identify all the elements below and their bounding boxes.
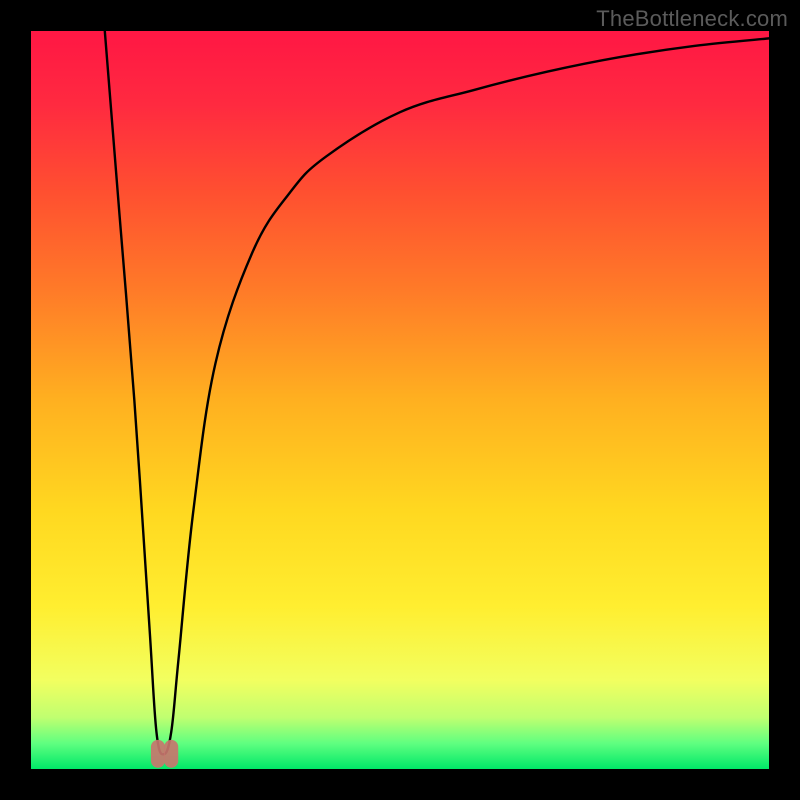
watermark-label: TheBottleneck.com <box>596 6 788 32</box>
chart-frame: TheBottleneck.com <box>0 0 800 800</box>
background-gradient <box>31 31 769 769</box>
plot-area <box>31 31 769 769</box>
